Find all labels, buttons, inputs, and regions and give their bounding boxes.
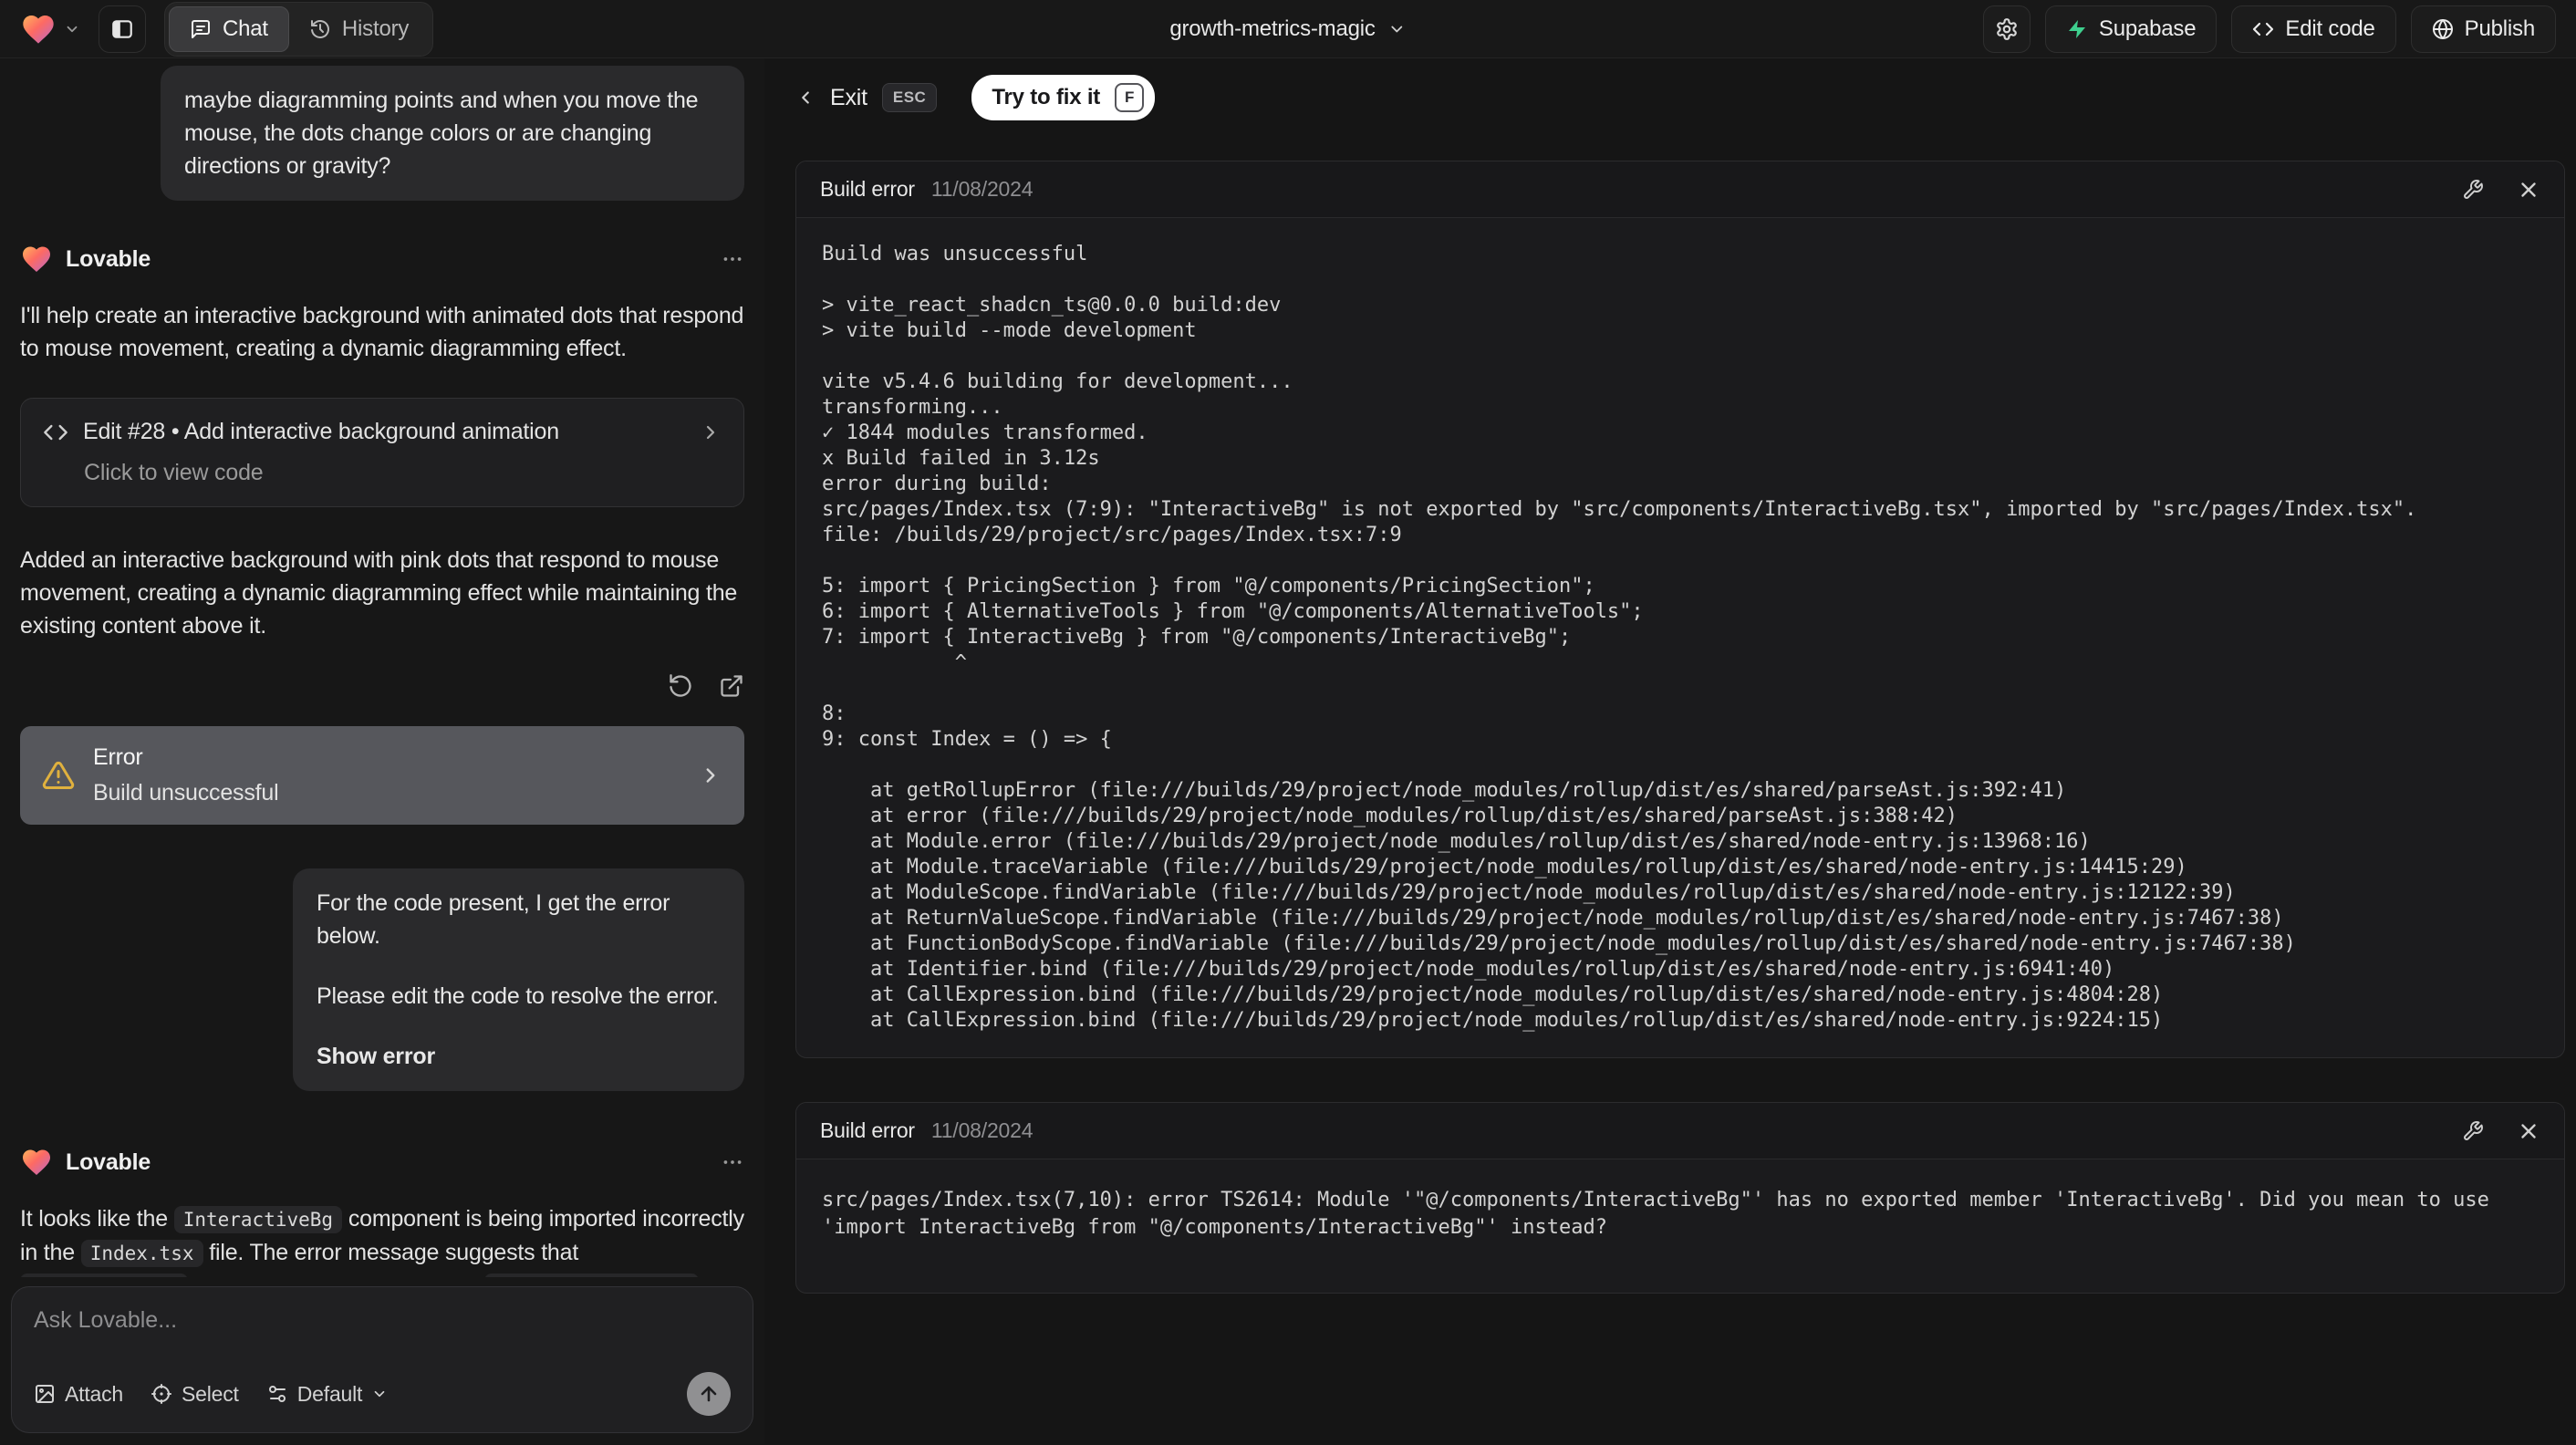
tab-chat-label: Chat (223, 16, 268, 41)
chat-history-tabs: Chat History (164, 1, 434, 57)
topbar: Chat History growth-metrics-magic Supaba… (0, 0, 2576, 58)
chevron-right-icon (700, 421, 722, 443)
more-options-icon[interactable] (721, 247, 744, 271)
preview-panel: Exit ESC Try to fix it F Build error 11/… (764, 58, 2576, 1444)
inline-code: InteractiveBg (20, 1273, 189, 1277)
chevron-down-icon (1388, 20, 1407, 38)
esc-key-badge: ESC (881, 83, 938, 112)
assistant-paragraph: It looks like the InteractiveBg componen… (20, 1202, 744, 1277)
open-external-icon[interactable] (719, 673, 744, 699)
sidebar-panel-icon (110, 17, 134, 41)
lovable-heart-icon (20, 11, 57, 47)
supabase-bolt-icon (2066, 18, 2088, 40)
assistant-message-header: Lovable (20, 243, 744, 275)
build-error-panel-1: Build error 11/08/2024 Build was unsucce… (795, 161, 2565, 1058)
build-log: src/pages/Index.tsx(7,10): error TS2614:… (822, 1189, 2502, 1239)
close-icon[interactable] (2517, 1119, 2540, 1143)
attach-label: Attach (65, 1381, 124, 1406)
model-label: Default (296, 1381, 363, 1406)
panel-title: Build error (820, 1118, 915, 1142)
assistant-name: Lovable (66, 245, 151, 272)
message-actions (20, 673, 744, 699)
assistant-name: Lovable (66, 1149, 151, 1175)
gear-icon (1995, 17, 2019, 41)
tab-chat[interactable]: Chat (169, 5, 289, 52)
user-message-line: Please edit the code to resolve the erro… (317, 983, 719, 1009)
try-to-fix-label: Try to fix it (992, 85, 1101, 109)
error-banner-subtitle: Build unsuccessful (93, 780, 279, 806)
image-icon (34, 1383, 56, 1405)
exit-label: Exit (830, 84, 867, 110)
wrench-icon[interactable] (2462, 1120, 2484, 1142)
composer: Attach Select Default (11, 1286, 753, 1433)
history-icon (309, 18, 331, 40)
user-message: For the code present, I get the error be… (293, 868, 744, 1091)
publish-label: Publish (2464, 16, 2536, 41)
target-icon (151, 1383, 172, 1405)
lovable-logo-menu[interactable] (20, 11, 80, 47)
supabase-label: Supabase (2098, 16, 2197, 41)
select-button[interactable]: Select (151, 1382, 239, 1407)
inline-code: Index.tsx (80, 1240, 203, 1267)
exit-button[interactable]: Exit ESC (795, 83, 938, 112)
edit-code-label: Edit code (2285, 16, 2375, 41)
panel-title: Build error (820, 177, 915, 201)
project-name: growth-metrics-magic (1169, 16, 1376, 41)
select-label: Select (182, 1381, 239, 1406)
project-selector[interactable]: growth-metrics-magic (1169, 16, 1406, 42)
code-brackets-icon (2252, 18, 2274, 40)
chevron-down-icon (64, 21, 80, 37)
user-message-line: Show error (317, 1044, 435, 1069)
sidebar-toggle-button[interactable] (99, 5, 146, 53)
build-error-banner[interactable]: Error Build unsuccessful (20, 726, 744, 825)
user-message-line: For the code present, I get the error be… (317, 890, 670, 949)
build-error-panel-2: Build error 11/08/2024 src/pages/Index.t… (795, 1102, 2565, 1294)
panel-date: 11/08/2024 (930, 177, 1034, 201)
code-brackets-icon (43, 420, 68, 445)
chat-bubble-icon (190, 18, 212, 40)
chevron-down-icon (371, 1386, 388, 1402)
edit-code-button[interactable]: Edit code (2231, 5, 2396, 53)
lovable-heart-icon (20, 1146, 53, 1179)
sliders-icon (266, 1383, 288, 1405)
more-options-icon[interactable] (721, 1150, 744, 1174)
f-key-badge: F (1115, 83, 1145, 112)
panel-date: 11/08/2024 (930, 1118, 1034, 1142)
lovable-heart-icon (20, 243, 53, 275)
globe-icon (2432, 18, 2454, 40)
publish-button[interactable]: Publish (2410, 5, 2556, 53)
assistant-paragraph: Added an interactive background with pin… (20, 547, 738, 639)
chat-message-list[interactable]: maybe diagramming points and when you mo… (0, 58, 764, 1277)
assistant-message-header: Lovable (20, 1146, 744, 1179)
edit-card-subtitle: Click to view code (84, 460, 264, 485)
try-to-fix-button[interactable]: Try to fix it F (971, 75, 1156, 120)
error-banner-title: Error (93, 744, 143, 770)
inline-code: InteractiveBg (173, 1206, 343, 1233)
warning-triangle-icon (42, 759, 75, 792)
settings-button[interactable] (1982, 5, 2031, 53)
send-button[interactable] (687, 1372, 731, 1416)
edit-card-28[interactable]: Edit #28 • Add interactive background an… (20, 398, 744, 507)
wrench-icon[interactable] (2462, 179, 2484, 201)
chat-panel: maybe diagramming points and when you mo… (0, 58, 764, 1444)
chat-input[interactable] (34, 1307, 731, 1355)
tab-history[interactable]: History (289, 6, 429, 52)
arrow-up-icon (698, 1383, 720, 1405)
close-icon[interactable] (2517, 178, 2540, 202)
assistant-paragraph: I'll help create an interactive backgrou… (20, 303, 744, 361)
user-message: maybe diagramming points and when you mo… (161, 66, 744, 201)
tab-history-label: History (341, 16, 410, 41)
restore-icon[interactable] (668, 673, 693, 699)
build-log: Build was unsuccessful > vite_react_shad… (822, 243, 2417, 1032)
chevron-left-icon (795, 88, 815, 108)
attach-button[interactable]: Attach (34, 1382, 123, 1407)
supabase-button[interactable]: Supabase (2044, 5, 2218, 53)
chevron-right-icon (699, 764, 722, 787)
model-selector[interactable]: Default (266, 1382, 388, 1407)
edit-card-title: Edit #28 • Add interactive background an… (83, 419, 559, 444)
user-message-text: maybe diagramming points and when you mo… (184, 88, 699, 179)
inline-code: InteractiveBg.tsx (483, 1273, 699, 1277)
